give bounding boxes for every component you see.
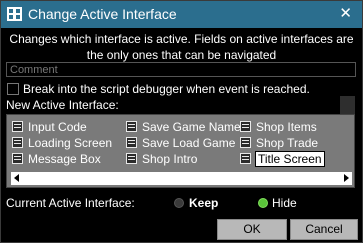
debugger-checkbox[interactable] bbox=[7, 83, 19, 95]
hide-radio[interactable] bbox=[258, 198, 268, 208]
list-item-label: Title Screen bbox=[255, 150, 325, 167]
list-item-loading-screen[interactable]: Loading Screen bbox=[11, 135, 112, 150]
list-item-shop-trade[interactable]: Shop Trade bbox=[239, 135, 324, 150]
list-header-strip bbox=[340, 96, 355, 114]
ok-button[interactable]: OK bbox=[217, 219, 287, 240]
list-item-title-screen[interactable]: Title Screen bbox=[239, 150, 325, 167]
interface-icon bbox=[240, 153, 251, 164]
interface-icon bbox=[12, 153, 23, 164]
debugger-checkbox-label: Break into the script debugger when even… bbox=[23, 82, 310, 96]
scroll-right-arrow-icon[interactable] bbox=[344, 174, 349, 182]
list-item-label: Save Load Game bbox=[142, 135, 236, 150]
interface-column-1: Input Code Loading Screen Message Box bbox=[11, 119, 112, 167]
horizontal-scrollbar[interactable] bbox=[11, 172, 352, 185]
list-item-label: Loading Screen bbox=[28, 135, 113, 150]
interface-icon bbox=[240, 137, 251, 148]
interface-icon bbox=[126, 153, 137, 164]
current-active-interface-label: Current Active Interface: bbox=[6, 196, 135, 210]
list-item-label: Message Box bbox=[28, 151, 101, 166]
list-item-save-load-game[interactable]: Save Load Game bbox=[125, 135, 241, 150]
title-bar[interactable]: Change Active Interface ✕ bbox=[1, 1, 362, 28]
interface-icon bbox=[12, 121, 23, 132]
window-title: Change Active Interface bbox=[28, 6, 177, 22]
list-item-input-code[interactable]: Input Code bbox=[11, 119, 112, 134]
close-icon[interactable]: ✕ bbox=[339, 4, 352, 22]
list-item-label: Input Code bbox=[28, 119, 87, 134]
list-item-label: Shop Intro bbox=[142, 151, 198, 166]
list-item-label: Shop Items bbox=[256, 119, 317, 134]
script-window-icon bbox=[7, 7, 22, 21]
list-item-label: Save Game Name bbox=[142, 119, 241, 134]
keep-radio[interactable] bbox=[174, 198, 184, 208]
comment-input[interactable] bbox=[6, 62, 356, 77]
interface-list: Input Code Loading Screen Message Box Sa… bbox=[6, 114, 355, 188]
change-active-interface-dialog: Change Active Interface ✕ Changes which … bbox=[0, 0, 363, 243]
interface-icon bbox=[12, 137, 23, 148]
interface-icon bbox=[126, 121, 137, 132]
interface-column-2: Save Game Name Save Load Game Shop Intro bbox=[125, 119, 241, 167]
interface-icon bbox=[126, 137, 137, 148]
list-item-message-box[interactable]: Message Box bbox=[11, 151, 112, 166]
scroll-left-arrow-icon[interactable] bbox=[14, 174, 19, 182]
dialog-description: Changes which interface is active. Field… bbox=[9, 32, 354, 62]
keep-radio-label[interactable]: Keep bbox=[189, 196, 218, 210]
hide-radio-label[interactable]: Hide bbox=[272, 196, 297, 210]
interface-icon bbox=[240, 121, 251, 132]
list-item-shop-intro[interactable]: Shop Intro bbox=[125, 151, 241, 166]
cancel-button[interactable]: Cancel bbox=[290, 219, 358, 240]
new-active-interface-label: New Active Interface: bbox=[6, 98, 119, 112]
list-item-save-game-name[interactable]: Save Game Name bbox=[125, 119, 241, 134]
list-item-label: Shop Trade bbox=[256, 135, 319, 150]
list-item-shop-items[interactable]: Shop Items bbox=[239, 119, 324, 134]
interface-column-3: Shop Items Shop Trade Title Screen bbox=[239, 119, 325, 167]
